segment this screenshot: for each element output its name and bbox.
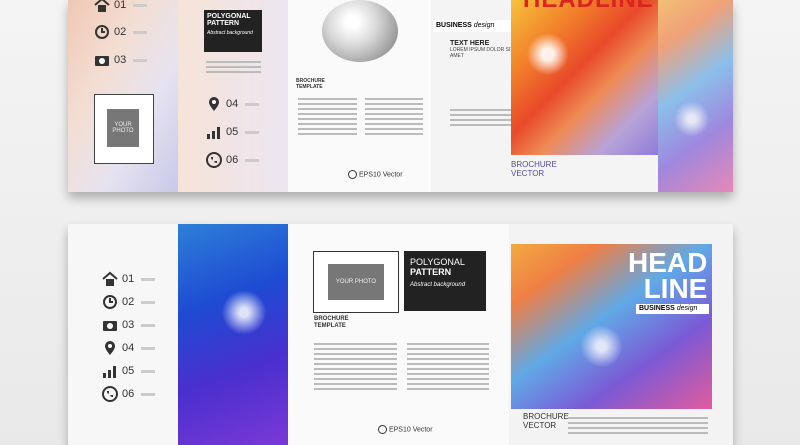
head-line-title: HEAD LINE [628, 249, 708, 304]
icon-number: 06 [122, 388, 135, 400]
chart-icon [102, 363, 118, 379]
photo-frame-bottom: YOUR PHOTO [313, 251, 399, 313]
brochure-vector-top: BROCHURE VECTOR [511, 160, 557, 178]
text-placeholder-line [133, 30, 148, 34]
bottom-icon-row-06: 06 [102, 386, 156, 402]
pattern-box-top: POLYGONAL PATTERN Abstract background [204, 10, 262, 52]
text-columns-bottom [314, 340, 489, 393]
text-placeholder-line [141, 369, 156, 373]
bottom-icon-row-01: 01 [102, 271, 156, 287]
top-icon-row-03: 03 [94, 52, 148, 68]
eps-label-bottom: EPS10 Vector [378, 425, 433, 434]
lorem-text: LOREM IPSUM DOLOR SIT AMET [450, 47, 514, 59]
icon-number: 06 [226, 154, 239, 166]
icon-number: 02 [122, 296, 135, 308]
text-here: TEXT HERE [450, 40, 490, 47]
top-icon-row-01: 01 [94, 0, 148, 13]
camera-icon [102, 317, 118, 333]
headline-top: HEADLINE [523, 0, 654, 14]
photo-label: YOUR PHOTO [112, 122, 134, 134]
cover-text-lines [568, 414, 708, 437]
icon-number: 03 [114, 54, 127, 66]
text-columns-top [298, 95, 423, 138]
bottom-panel-2 [178, 224, 288, 445]
brochure-template-label-top: BROCHURE TEMPLATE [296, 78, 325, 90]
eps-label-top: EPS10 Vector [348, 170, 403, 179]
text-placeholder-line [141, 277, 156, 281]
brochure-top: 01 02 03 04 05 06 YOUR PHOTO POLYGONAL PATTER… [68, 0, 733, 192]
text-placeholder-line [133, 58, 148, 62]
photo-placeholder: YOUR PHOTO [107, 109, 139, 147]
pin-icon [102, 340, 118, 356]
home-icon [102, 271, 118, 287]
icon-number: 02 [114, 26, 127, 38]
text-placeholder-line [141, 346, 156, 350]
bottom-icon-row-02: 02 [102, 294, 156, 310]
pattern-text: PATTERN [207, 20, 240, 27]
text-placeholder-line [141, 300, 156, 304]
pattern-box-bottom: POLYGONAL PATTERN Abstract background [404, 251, 486, 311]
icon-number: 05 [226, 126, 239, 138]
icon-number: 01 [114, 0, 127, 11]
top-icon-row-06: 06 [206, 152, 260, 168]
camera-icon [94, 52, 110, 68]
brochure-vector-bottom: BROCHURE VECTOR [523, 412, 569, 430]
bottom-icon-row-05: 05 [102, 363, 156, 379]
pin-icon [206, 96, 222, 112]
top-icon-row-05: 05 [206, 124, 260, 140]
business-label-bottom: BUSINESS design [636, 304, 709, 314]
phone-icon [206, 152, 222, 168]
clock-icon [102, 294, 118, 310]
bottom-panel-1 [68, 224, 178, 445]
icon-number: 01 [122, 273, 135, 285]
text-column-top-a [206, 58, 261, 76]
globe-graphic [322, 0, 398, 62]
business-label-top: BUSINESS design [433, 20, 511, 32]
chart-icon [206, 124, 222, 140]
brochure-template-label-bottom: BROCHURE TEMPLATE [314, 316, 349, 329]
text-placeholder-line [245, 130, 260, 134]
photo-frame-top: YOUR PHOTO [94, 94, 154, 164]
icon-number: 04 [226, 98, 239, 110]
text-placeholder-line [245, 102, 260, 106]
icon-number: 04 [122, 342, 135, 354]
text-placeholder-line [141, 392, 156, 396]
clock-icon [94, 24, 110, 40]
polygonal-text: POLYGONAL [207, 13, 251, 20]
back-cover-top [658, 0, 733, 192]
text-placeholder-line [141, 323, 156, 327]
cover-image-top [511, 0, 658, 155]
abstract-bg-text: Abstract background [207, 30, 253, 36]
bottom-icon-row-04: 04 [102, 340, 156, 356]
phone-icon [102, 386, 118, 402]
photo-placeholder-bottom: YOUR PHOTO [328, 264, 384, 300]
text-placeholder-line [245, 158, 260, 162]
bottom-icon-row-03: 03 [102, 317, 156, 333]
text-placeholder-line [133, 3, 148, 7]
home-icon [94, 0, 110, 13]
top-icon-row-04: 04 [206, 96, 260, 112]
line-text: LINE [643, 273, 708, 304]
icon-number: 03 [122, 319, 135, 331]
brochure-bottom: 01 02 03 04 05 06 YOUR PHOTO POLYGONAL PATTER… [68, 224, 733, 445]
top-icon-row-02: 02 [94, 24, 148, 40]
text-here-block: TEXT HERE LOREM IPSUM DOLOR SIT AMET [450, 40, 520, 129]
icon-number: 05 [122, 365, 135, 377]
